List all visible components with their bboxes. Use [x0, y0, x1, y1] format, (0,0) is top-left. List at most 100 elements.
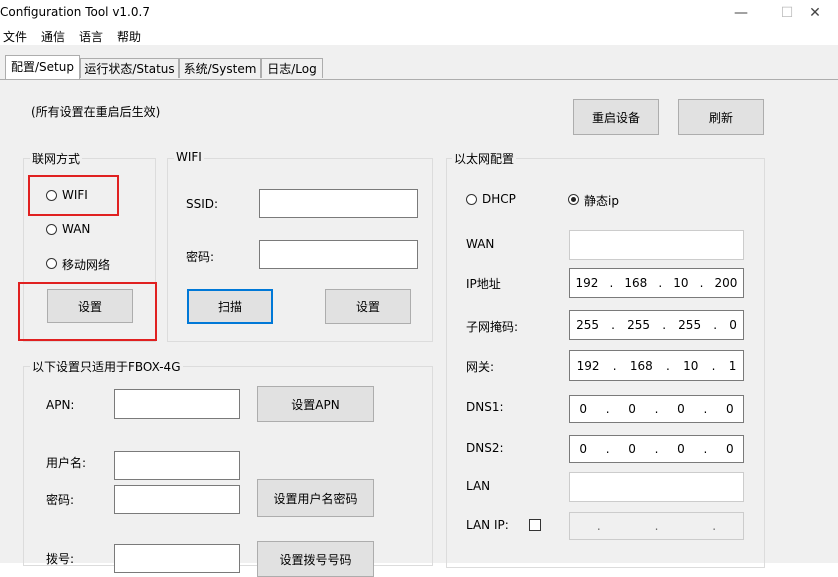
menu-comm[interactable]: 通信: [41, 28, 65, 45]
mask-octet: 255: [627, 318, 651, 332]
dns2-field[interactable]: 0. 0. 0. 0: [569, 435, 744, 463]
wifi-password-input[interactable]: [259, 240, 418, 269]
ip-dot: .: [666, 358, 670, 373]
username-label: 用户名:: [46, 456, 87, 470]
highlight-set: [18, 282, 157, 341]
ip-address-field[interactable]: 192. 168. 10. 200: [569, 268, 744, 298]
ip-dot: .: [711, 358, 716, 373]
gateway-octet: 1: [728, 358, 737, 373]
wifi-title: WIFI: [174, 150, 204, 164]
ip-label: IP地址: [466, 277, 501, 291]
ip-dot: .: [662, 318, 667, 332]
menu-help[interactable]: 帮助: [117, 28, 141, 45]
username-input[interactable]: [114, 451, 240, 480]
ethernet-title: 以太网配置: [452, 150, 517, 167]
wan-input[interactable]: [569, 230, 744, 260]
dns2-octet: 0: [677, 442, 685, 456]
gateway-octet: 10: [683, 358, 699, 373]
ip-dot: .: [699, 276, 704, 290]
dns2-octet: 0: [725, 442, 734, 456]
dns1-octet: 0: [725, 402, 734, 416]
ip-dot: .: [611, 318, 615, 332]
dial-label: 拨号:: [46, 552, 75, 566]
ip-dot: .: [609, 276, 614, 290]
gateway-octet: 168: [629, 358, 653, 373]
radio-mobile[interactable]: [46, 258, 57, 269]
ip-dot: .: [712, 519, 717, 533]
ip-dot: .: [605, 442, 610, 456]
fbox-password-label: 密码:: [46, 493, 75, 507]
set-dial-button[interactable]: 设置拨号号码: [257, 541, 374, 577]
set-apn-button[interactable]: 设置APN: [257, 386, 374, 422]
wifi-set-button[interactable]: 设置: [325, 289, 411, 324]
radio-dhcp[interactable]: [466, 194, 477, 205]
ip-dot: .: [605, 402, 610, 416]
wan-label: WAN: [466, 237, 495, 251]
dns1-octet: 0: [628, 402, 636, 416]
ssid-label: SSID:: [186, 197, 219, 211]
set-userpass-button[interactable]: 设置用户名密码: [257, 479, 374, 517]
mask-label: 子网掩码:: [466, 320, 519, 334]
dns2-label: DNS2:: [466, 441, 504, 455]
lanip-field: . . .: [569, 512, 744, 540]
tab-status[interactable]: 运行状态/Status: [80, 58, 179, 78]
wifi-password-label: 密码:: [186, 250, 215, 264]
window-title: Configuration Tool v1.0.7: [0, 5, 150, 19]
refresh-button[interactable]: 刷新: [678, 99, 764, 135]
radio-mobile-label: 移动网络: [62, 258, 111, 272]
dns1-label: DNS1:: [466, 400, 504, 414]
dhcp-label: DHCP: [482, 192, 516, 206]
radio-wan[interactable]: [46, 224, 57, 235]
ip-octet: 200: [714, 276, 738, 290]
fbox-password-input[interactable]: [114, 485, 240, 514]
static-ip-label: 静态ip: [584, 194, 619, 208]
ip-octet: 192: [575, 276, 599, 290]
ip-octet: 168: [624, 276, 648, 290]
ip-dot: .: [654, 402, 659, 416]
close-button[interactable]: ✕: [792, 0, 838, 26]
gateway-label: 网关:: [466, 360, 495, 374]
gateway-octet: 192: [576, 358, 600, 373]
network-mode-title: 联网方式: [30, 150, 83, 167]
menu-file[interactable]: 文件: [3, 28, 27, 45]
dns1-octet: 0: [677, 402, 685, 416]
fbox-title: 以下设置只适用于FBOX-4G: [30, 358, 183, 375]
highlight-wifi: [28, 175, 119, 216]
ip-dot: .: [654, 442, 659, 456]
lan-input[interactable]: [569, 472, 744, 502]
ip-dot: .: [713, 318, 718, 332]
menu-language[interactable]: 语言: [79, 28, 103, 45]
dns2-octet: 0: [579, 442, 587, 456]
lanip-checkbox[interactable]: [529, 519, 541, 531]
apn-label: APN:: [46, 398, 75, 412]
radio-static-ip[interactable]: [568, 194, 579, 205]
ip-octet: 10: [673, 276, 689, 290]
ip-dot: .: [703, 442, 708, 456]
radio-wan-label: WAN: [62, 222, 91, 236]
ip-dot: .: [658, 276, 663, 290]
restart-note: (所有设置在重启后生效): [31, 105, 161, 119]
ip-dot: .: [596, 519, 601, 533]
dns2-octet: 0: [628, 442, 636, 456]
dns1-field[interactable]: 0. 0. 0. 0: [569, 395, 744, 423]
mask-octet: 0: [729, 318, 737, 332]
dns1-octet: 0: [579, 402, 587, 416]
apn-input[interactable]: [114, 389, 240, 419]
lan-label: LAN: [466, 479, 491, 493]
ssid-input[interactable]: [259, 189, 418, 218]
tab-log[interactable]: 日志/Log: [261, 58, 323, 78]
mask-octet: 255: [678, 318, 702, 332]
ip-dot: .: [703, 402, 708, 416]
mask-octet: 255: [576, 318, 599, 332]
dial-input[interactable]: [114, 544, 240, 573]
tab-system[interactable]: 系统/System: [179, 58, 261, 78]
tab-setup[interactable]: 配置/Setup: [5, 55, 80, 79]
ip-dot: .: [654, 519, 659, 533]
subnet-mask-field[interactable]: 255. 255. 255. 0: [569, 310, 744, 340]
scan-button[interactable]: 扫描: [187, 289, 273, 324]
gateway-field[interactable]: 192. 168. 10. 1: [569, 350, 744, 381]
lanip-label: LAN IP:: [466, 518, 509, 532]
restart-device-button[interactable]: 重启设备: [573, 99, 659, 135]
ip-dot: .: [612, 358, 617, 373]
minimize-button[interactable]: —: [718, 0, 764, 26]
